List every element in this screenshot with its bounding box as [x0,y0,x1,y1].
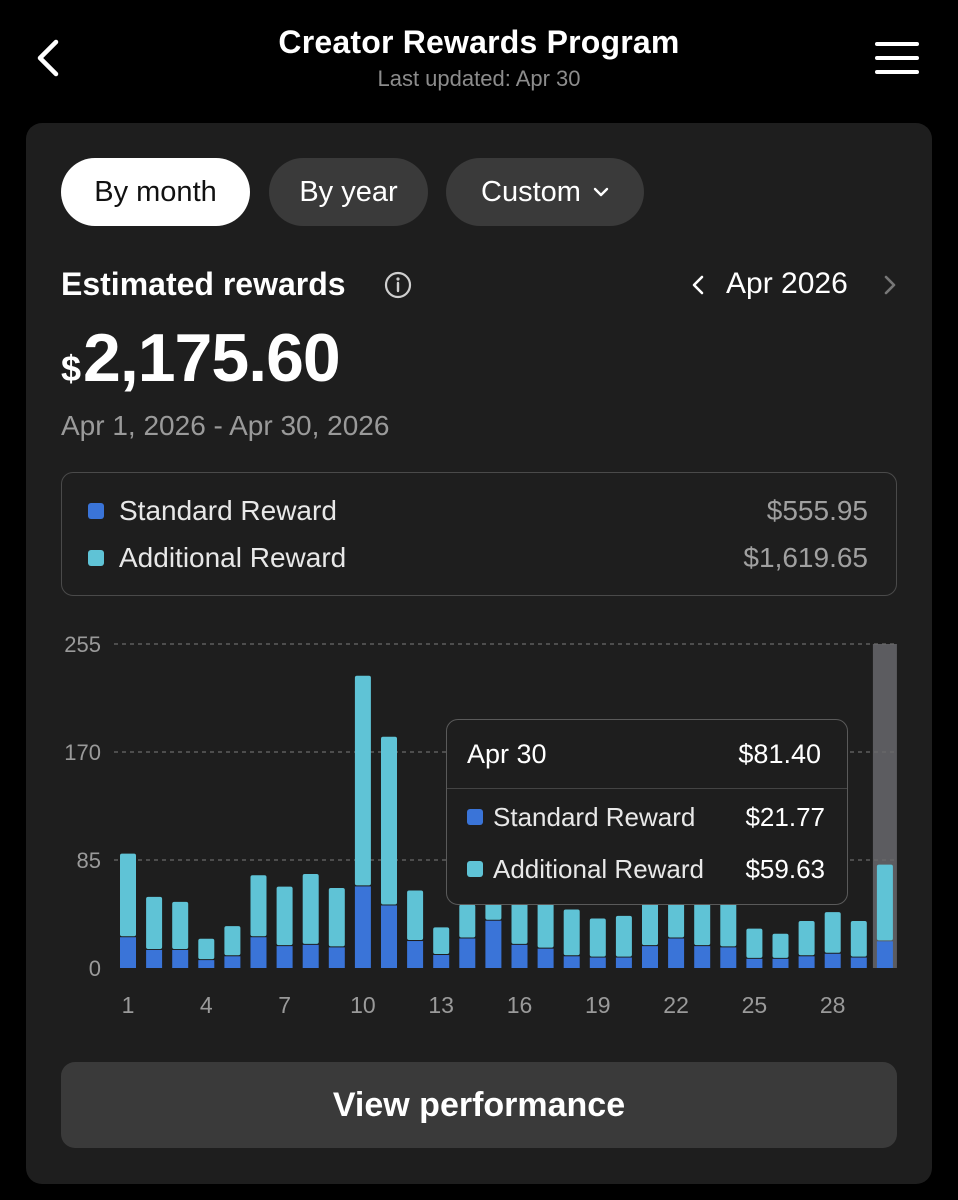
bar-additional-reward [250,875,267,937]
bar-standard-reward [694,946,711,968]
view-performance-label: View performance [332,1085,626,1124]
x-tick-label: 19 [585,992,611,1018]
bar-standard-reward [459,938,476,968]
additional-reward-swatch [467,861,483,877]
bar-additional-reward [772,933,789,958]
bar-additional-reward [354,675,371,886]
tooltip-row-label: Standard Reward [493,801,696,832]
bar-additional-reward [746,928,763,958]
bar-additional-reward [146,896,163,949]
bar-standard-reward [172,949,189,968]
tooltip-row-standard: Standard Reward $21.77 [467,799,825,835]
bar-standard-reward [511,944,528,968]
bar-standard-reward [302,944,319,968]
bar-standard-reward [876,941,893,968]
bar-standard-reward [824,953,841,968]
bar-standard-reward [642,946,658,968]
tooltip-row-additional: Additional Reward $59.63 [467,851,825,887]
bar-additional-reward [850,920,867,957]
bar-standard-reward [720,947,737,968]
bar-standard-reward [537,948,554,968]
tooltip-row-amount: $21.77 [745,801,825,832]
bar-additional-reward [328,887,345,947]
x-tick-label: 10 [350,992,376,1018]
bar-standard-reward [668,938,685,968]
bar-standard-reward [798,956,815,968]
x-tick-label: 1 [122,992,135,1018]
menu-button[interactable] [874,40,920,76]
bar-standard-reward [589,957,606,968]
bar-standard-reward [276,946,293,968]
y-tick-label: 85 [77,848,101,873]
bar-additional-reward [615,915,632,957]
y-tick-label: 170 [64,740,101,765]
tooltip-total: $81.40 [738,738,821,769]
bar-additional-reward [876,864,893,941]
x-tick-label: 22 [663,992,689,1018]
bar-standard-reward [485,920,502,968]
bar-additional-reward [407,890,424,941]
x-tick-label: 28 [820,992,846,1018]
bar-additional-reward [824,912,841,953]
bar-standard-reward [381,905,397,968]
x-tick-label: 7 [278,992,291,1018]
bar-standard-reward [850,957,867,968]
bar-standard-reward [746,958,763,968]
rewards-card: By month By year Custom Estimated reward… [26,123,932,1184]
bar-additional-reward [589,918,606,957]
bar-additional-reward [302,873,319,944]
bar-standard-reward [433,955,450,968]
view-performance-button[interactable]: View performance [61,1062,897,1148]
hamburger-menu-icon [875,42,919,74]
y-tick-label: 0 [89,956,101,981]
bar-standard-reward [563,956,580,968]
bar-additional-reward [224,926,241,956]
bar-standard-reward [120,937,136,968]
x-tick-label: 16 [507,992,533,1018]
chart-tooltip: Apr 30 $81.40 Standard Reward $21.77 Add… [446,719,848,905]
bar-additional-reward [276,886,293,946]
bar-standard-reward [224,956,241,968]
bar-additional-reward [433,927,450,955]
bar-additional-reward [198,938,215,960]
bar-standard-reward [146,949,163,968]
bar-additional-reward [120,853,136,937]
tooltip-date: Apr 30 [467,738,547,769]
bar-standard-reward [407,941,424,968]
bar-standard-reward [198,960,215,968]
last-updated: Last updated: Apr 30 [377,66,581,91]
x-tick-label: 25 [742,992,768,1018]
bar-additional-reward [563,909,580,956]
bar-additional-reward [381,736,397,905]
bar-standard-reward [772,958,789,968]
x-tick-label: 13 [428,992,454,1018]
y-tick-label: 255 [64,632,101,657]
bar-additional-reward [172,901,189,949]
tooltip-divider [447,788,847,789]
page-title: Creator Rewards Program [278,24,680,60]
x-tick-label: 4 [200,992,213,1018]
bar-standard-reward [354,886,371,968]
standard-reward-swatch [467,809,483,825]
bar-standard-reward [328,947,345,968]
bar-additional-reward [798,920,815,956]
tooltip-row-amount: $59.63 [745,853,825,884]
bar-standard-reward [250,937,267,968]
tooltip-row-label: Additional Reward [493,853,705,884]
tooltip-header: Apr 30 $81.40 [467,734,821,774]
bar-standard-reward [615,957,632,968]
bar-additional-reward [459,904,476,938]
